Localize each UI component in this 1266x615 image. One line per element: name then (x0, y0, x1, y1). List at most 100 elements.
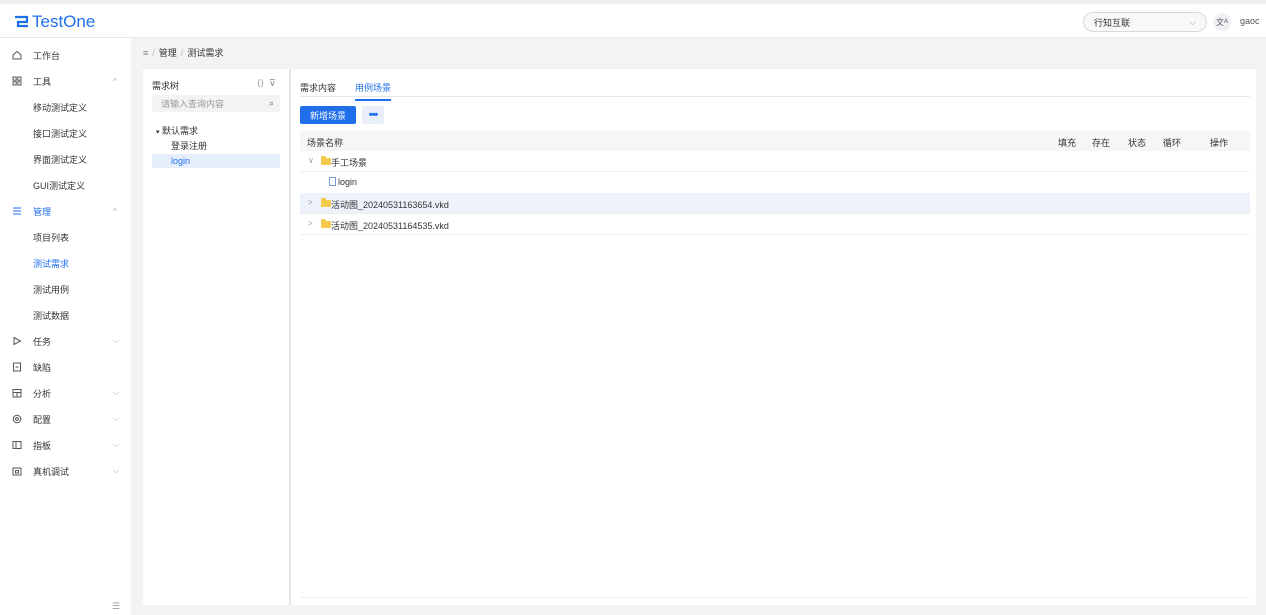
bug-icon (12, 362, 22, 372)
folder-icon (321, 156, 331, 165)
scenario-name: 活动图_20240531164535.vkd (331, 221, 449, 231)
breadcrumb-separator: / (152, 47, 155, 58)
refresh-icon[interactable]: ⟨⟩ (257, 78, 264, 89)
requirement-tree-panel: 需求树 ⟨⟩ ⊽ 请输入查询内容 ⌕ ▾ 默认需求 登录注册 login (143, 69, 289, 605)
tree-search-input[interactable]: 请输入查询内容 ⌕ (152, 95, 280, 112)
sidebar-item-defects[interactable]: 缺陷 (0, 354, 131, 380)
chevron-down-icon: ⌵ (113, 388, 120, 397)
sidebar-item-label: 管理 (33, 206, 52, 217)
chevron-down-icon: ⌵ (113, 466, 120, 475)
chevron-up-icon: ^ (113, 76, 117, 86)
sidebar-subitem-test-data[interactable]: 测试数据 (0, 302, 131, 328)
caret-down-icon: ▾ (156, 129, 160, 136)
scenario-name: login (338, 177, 358, 187)
main-panel: 需求内容 用例场景 新增场景 ••• 场景名称 填充 存在 状态 循环 操作 ∨… (291, 69, 1256, 605)
sidebar-item-device-debug[interactable]: 真机调试 ⌵ (0, 458, 131, 484)
sidebar-subitem-api-test-def[interactable]: 接口测试定义 (0, 120, 131, 146)
tree-node-label: 默认需求 (162, 126, 199, 136)
app-logo[interactable]: TestOne (14, 12, 95, 32)
org-selector-value: 行知互联 (1094, 17, 1131, 28)
menu-icon[interactable]: ≡ (143, 48, 148, 58)
file-icon (329, 177, 336, 186)
sidebar-item-tasks[interactable]: 任务 ⌵ (0, 328, 131, 354)
folder-icon (321, 219, 331, 228)
sidebar-item-tools[interactable]: 工具 ^ (0, 68, 131, 94)
breadcrumb: ≡ / 管理 / 测试需求 (143, 46, 223, 59)
chevron-down-icon: ⌵ (113, 440, 120, 449)
sidebar-subitem-test-cases[interactable]: 测试用例 (0, 276, 131, 302)
list-icon (12, 206, 22, 216)
sidebar-item-label: 配置 (33, 414, 52, 425)
sidebar-item-label: 工具 (33, 76, 52, 87)
chevron-right-icon[interactable]: > (308, 198, 313, 207)
collapse-sidebar-icon[interactable]: ☰ (112, 601, 120, 612)
chevron-down-icon: ⌵ (113, 414, 120, 423)
chevron-down-icon: ⌵ (113, 336, 120, 345)
sidebar-item-label: 真机调试 (33, 466, 70, 477)
filter-icon[interactable]: ⊽ (269, 78, 276, 89)
column-header-fill: 填充 (1058, 138, 1077, 148)
chevron-up-icon: ^ (113, 206, 117, 216)
more-icon[interactable]: ••• (362, 106, 384, 124)
column-header-loop: 循环 (1163, 138, 1182, 148)
column-header-exists: 存在 (1092, 138, 1111, 148)
translate-icon[interactable]: 文A (1213, 13, 1231, 31)
column-header-name: 场景名称 (307, 138, 344, 148)
table-row[interactable]: login (300, 172, 1250, 193)
panel-icon (12, 440, 22, 450)
column-header-actions: 操作 (1210, 138, 1229, 148)
tree-tools: ⟨⟩ ⊽ (257, 78, 276, 89)
folder-icon (321, 198, 331, 207)
search-icon[interactable]: ⌕ (269, 98, 274, 109)
user-name[interactable]: gaoc (1240, 16, 1260, 26)
add-scenario-button[interactable]: 新增场景 (300, 106, 356, 124)
breadcrumb-separator: / (180, 47, 184, 58)
calendar-icon (12, 388, 22, 398)
grid-icon (12, 76, 22, 86)
sidebar-item-workbench[interactable]: 工作台 (0, 42, 131, 68)
table-row[interactable]: > 活动图_20240531164535.vkd (300, 214, 1250, 235)
device-icon (12, 466, 22, 476)
app-name: TestOne (32, 12, 96, 31)
sidebar-subitem-gui-test-def[interactable]: GUI测试定义 (0, 172, 131, 198)
chevron-right-icon[interactable]: > (308, 219, 313, 228)
tree-search-placeholder: 请输入查询内容 (161, 99, 225, 109)
home-icon (12, 50, 22, 60)
tree-node-login-register[interactable]: 登录注册 (171, 139, 207, 152)
tab-bar: 需求内容 用例场景 (300, 78, 1250, 101)
chevron-down-icon[interactable]: ∨ (308, 156, 314, 165)
breadcrumb-manage[interactable]: 管理 (159, 46, 177, 59)
sidebar-subitem-project-list[interactable]: 项目列表 (0, 224, 131, 250)
column-header-status: 状态 (1128, 138, 1147, 148)
top-bar: TestOne 行知互联 ⌵ 文A gaoc (0, 0, 1266, 38)
tree-node-root[interactable]: ▾ 默认需求 (156, 124, 198, 137)
table-row[interactable]: ∨ 手工场景 (300, 151, 1250, 172)
sidebar: 工作台 工具 ^ 移动测试定义 接口测试定义 界面测试定义 GUI测试定义 管理… (0, 38, 131, 615)
sidebar-item-label: 缺陷 (33, 362, 52, 373)
table-row[interactable]: > 活动图_20240531163654.vkd (300, 193, 1250, 214)
chevron-down-icon: ⌵ (1189, 16, 1196, 27)
gear-icon (12, 414, 22, 424)
sidebar-subitem-mobile-test-def[interactable]: 移动测试定义 (0, 94, 131, 120)
grid-header: 场景名称 填充 存在 状态 循环 操作 (300, 131, 1250, 151)
scenario-name: 手工场景 (331, 158, 368, 168)
logo-icon (15, 15, 29, 28)
play-icon (12, 336, 22, 346)
sidebar-item-label: 工作台 (33, 50, 61, 61)
tree-node-login[interactable]: login (152, 154, 280, 168)
sidebar-subitem-test-requirements[interactable]: 测试需求 (0, 250, 131, 276)
sidebar-item-label: 指板 (33, 440, 52, 451)
org-selector[interactable]: 行知互联 ⌵ (1083, 12, 1207, 32)
sidebar-item-label: 任务 (33, 336, 52, 347)
sidebar-item-board[interactable]: 指板 ⌵ (0, 432, 131, 458)
sidebar-item-label: 分析 (33, 388, 52, 399)
sidebar-item-manage[interactable]: 管理 ^ (0, 198, 131, 224)
breadcrumb-current: 测试需求 (187, 48, 224, 58)
scenario-name: 活动图_20240531163654.vkd (331, 200, 449, 210)
sidebar-item-config[interactable]: 配置 ⌵ (0, 406, 131, 432)
sidebar-item-analysis[interactable]: 分析 ⌵ (0, 380, 131, 406)
tree-title: 需求树 (152, 81, 180, 91)
tab-requirement-content[interactable]: 需求内容 (300, 81, 336, 99)
sidebar-subitem-ui-test-def[interactable]: 界面测试定义 (0, 146, 131, 172)
tab-case-scenarios[interactable]: 用例场景 (355, 81, 392, 101)
